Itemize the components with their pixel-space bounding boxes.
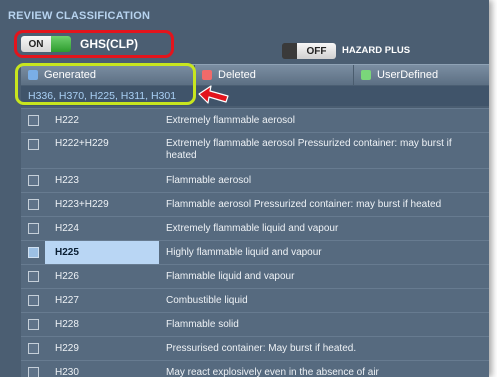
row-checkbox[interactable] bbox=[28, 319, 39, 330]
deleted-swatch bbox=[202, 70, 212, 80]
generated-highlight-box bbox=[15, 63, 196, 105]
row-checkbox[interactable] bbox=[28, 199, 39, 210]
toggle-off-indicator bbox=[282, 43, 297, 59]
table-row[interactable]: H228 Flammable solid bbox=[21, 312, 489, 336]
hazard-plus-toggle-state: OFF bbox=[297, 43, 336, 59]
hazard-code: H229 bbox=[55, 343, 79, 354]
row-checkbox[interactable] bbox=[28, 343, 39, 354]
ghs-label: GHS(CLP) bbox=[80, 37, 138, 51]
hazard-plus-label: HAZARD PLUS bbox=[342, 45, 411, 56]
ghs-toggle[interactable]: ON bbox=[21, 36, 71, 52]
table-row[interactable]: H229 Pressurised container: May burst if … bbox=[21, 336, 489, 360]
toggle-on-indicator bbox=[51, 36, 71, 52]
table-row[interactable]: H223 Flammable aerosol bbox=[21, 168, 489, 192]
hazard-description: Combustible liquid bbox=[166, 295, 248, 306]
row-checkbox[interactable] bbox=[28, 247, 39, 258]
table-row[interactable]: H223+H229 Flammable aerosol Pressurized c… bbox=[21, 192, 489, 216]
row-checkbox[interactable] bbox=[28, 295, 39, 306]
row-checkbox[interactable] bbox=[28, 367, 39, 377]
column-deleted-label: Deleted bbox=[218, 69, 256, 81]
hazard-code: H224 bbox=[55, 223, 79, 234]
column-deleted[interactable]: Deleted bbox=[195, 65, 354, 85]
userdefined-swatch bbox=[361, 70, 371, 80]
row-checkbox[interactable] bbox=[28, 223, 39, 234]
hazard-description: Highly flammable liquid and vapour bbox=[166, 247, 322, 258]
hazard-code: H222+H229 bbox=[55, 138, 109, 149]
hazard-description: Flammable solid bbox=[166, 319, 239, 330]
hazard-description: Flammable aerosol bbox=[166, 175, 252, 186]
ghs-toggle-state: ON bbox=[21, 36, 51, 52]
hazard-code: H227 bbox=[55, 295, 79, 306]
column-userdefined-label: UserDefined bbox=[377, 69, 439, 81]
hazard-code: H222 bbox=[55, 115, 79, 126]
hazard-code: H226 bbox=[55, 271, 79, 282]
table-row[interactable]: H224 Extremely flammable liquid and vapou… bbox=[21, 216, 489, 240]
hazard-code: H223 bbox=[55, 175, 79, 186]
hazard-plus-toggle[interactable]: OFF bbox=[282, 43, 336, 59]
table-row[interactable]: H222+H229 Extremely flammable aerosol Pre… bbox=[21, 132, 489, 168]
row-checkbox[interactable] bbox=[28, 271, 39, 282]
hazard-code: H230 bbox=[55, 367, 79, 377]
hazard-code: H228 bbox=[55, 319, 79, 330]
table-row[interactable]: H227 Combustible liquid bbox=[21, 288, 489, 312]
review-classification-panel: REVIEW CLASSIFICATION ON GHS(CLP) OFF HA… bbox=[0, 0, 489, 377]
table-row[interactable]: H230 May react explosively even in the ab… bbox=[21, 360, 489, 377]
row-checkbox[interactable] bbox=[28, 139, 39, 150]
hazard-description: May react explosively even in the absenc… bbox=[166, 367, 379, 377]
hazard-description: Flammable liquid and vapour bbox=[166, 271, 295, 282]
panel-title: REVIEW CLASSIFICATION bbox=[8, 10, 151, 22]
table-row[interactable]: H222 Extremely flammable aerosol bbox=[21, 108, 489, 132]
hazard-code: H225 bbox=[55, 247, 79, 258]
row-checkbox[interactable] bbox=[28, 175, 39, 186]
hazard-description: Extremely flammable aerosol Pressurized … bbox=[166, 138, 452, 161]
hazard-description: Flammable aerosol Pressurized container:… bbox=[166, 199, 442, 210]
hazard-code: H223+H229 bbox=[55, 199, 109, 210]
column-userdefined[interactable]: UserDefined bbox=[354, 65, 489, 85]
table-row[interactable]: H225 Highly flammable liquid and vapour bbox=[21, 240, 489, 264]
hazard-list: H222 Extremely flammable aerosol H222+H229… bbox=[21, 108, 489, 377]
table-row[interactable]: H226 Flammable liquid and vapour bbox=[21, 264, 489, 288]
hazard-description: Extremely flammable aerosol bbox=[166, 115, 295, 126]
red-arrow-icon bbox=[198, 85, 229, 104]
row-checkbox[interactable] bbox=[28, 115, 39, 126]
hazard-description: Extremely flammable liquid and vapour bbox=[166, 223, 339, 234]
hazard-description: Pressurised container: May burst if heat… bbox=[166, 343, 357, 354]
